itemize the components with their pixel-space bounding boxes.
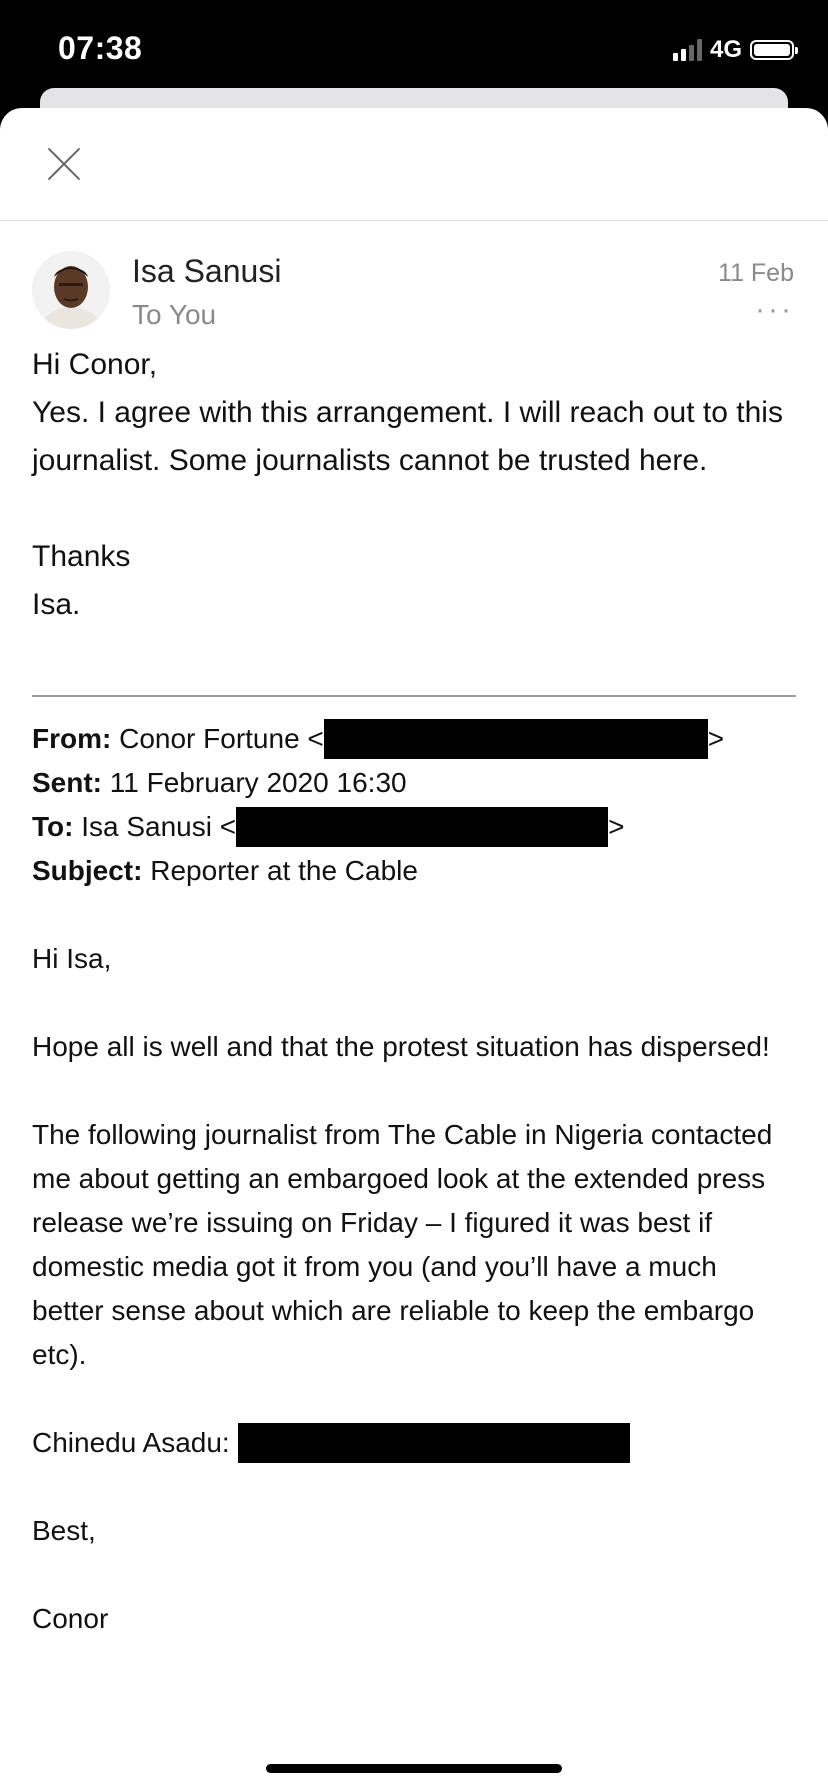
sheet-header [0, 108, 828, 221]
redacted-email [236, 806, 609, 847]
redacted-email [323, 718, 708, 759]
subject-label: Subject: [32, 855, 143, 886]
quoted-sent-line: Sent: 11 February 2020 16:30 [32, 761, 796, 805]
subject-value: Reporter at the Cable [150, 855, 418, 886]
reply-paragraph: Yes. I agree with this arrangement. I wi… [32, 396, 783, 477]
quoted-signoff: Best, [32, 1515, 96, 1546]
from-label: From: [32, 723, 112, 754]
reply-body: Hi Conor, Yes. I agree with this arrange… [0, 341, 828, 629]
reply-signature: Isa. [32, 588, 81, 621]
redacted-contact [237, 1422, 630, 1463]
sent-label: Sent: [32, 767, 102, 798]
quoted-subject-line: Subject: Reporter at the Cable [32, 849, 796, 893]
to-label: To: [32, 811, 74, 842]
quoted-from-line: From: Conor Fortune < > [32, 717, 796, 761]
network-type: 4G [709, 36, 742, 63]
status-indicators: 4G [672, 36, 798, 64]
reply-signoff: Thanks [32, 540, 131, 573]
recipient-line: To You [132, 299, 217, 330]
contact-label: Chinedu Asadu: [32, 1427, 230, 1458]
quoted-paragraph-1: Hope all is well and that the protest si… [32, 1031, 770, 1062]
message-date: 11 Feb [718, 259, 794, 287]
to-value: Isa Sanusi < [81, 811, 237, 842]
sender-name: Isa Sanusi [132, 253, 282, 289]
quoted-message: From: Conor Fortune < > Sent: 11 February… [0, 717, 828, 1641]
quoted-to-line: To: Isa Sanusi < > [32, 805, 796, 849]
quoted-greeting: Hi Isa, [32, 943, 112, 974]
status-bar: 07:38 4G [0, 0, 828, 100]
signal-icon [672, 39, 702, 61]
from-value: Conor Fortune < [119, 723, 324, 754]
sent-value: 11 February 2020 16:30 [109, 767, 407, 798]
more-options-icon[interactable]: ··· [755, 293, 794, 327]
quoted-contact-line: Chinedu Asadu: [32, 1421, 796, 1465]
reply-greeting: Hi Conor, [32, 348, 158, 381]
to-close: > [608, 811, 625, 842]
quoted-paragraph-2: The following journalist from The Cable … [32, 1119, 773, 1370]
home-indicator[interactable] [266, 1764, 562, 1773]
avatar[interactable] [32, 251, 110, 329]
quoted-signature: Conor [32, 1603, 109, 1634]
from-close: > [707, 723, 725, 754]
battery-icon [750, 40, 798, 60]
message-header: Isa Sanusi To You 11 Feb ··· [0, 221, 828, 341]
status-time: 07:38 [58, 30, 143, 66]
quote-divider [32, 695, 796, 697]
close-icon[interactable] [46, 146, 82, 182]
email-sheet: Isa Sanusi To You 11 Feb ··· Hi Conor, Y… [0, 108, 828, 1792]
